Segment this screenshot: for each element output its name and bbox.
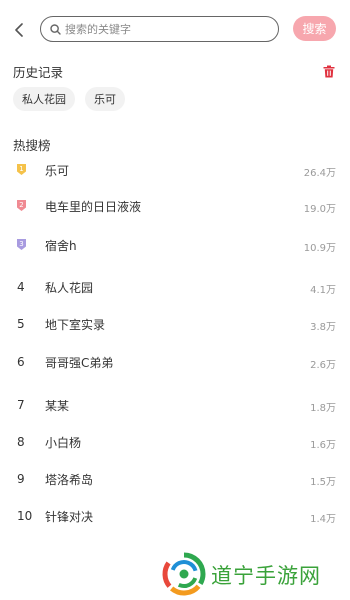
watermark-text: 道宁手游网 bbox=[211, 564, 321, 588]
rank-number: 10 bbox=[17, 509, 33, 523]
hot-item-count: 10.9万 bbox=[303, 243, 336, 254]
hot-list-item[interactable]: 10 针锋对决 1.4万 bbox=[0, 503, 350, 531]
rank-number: 7 bbox=[17, 398, 25, 412]
svg-text:1: 1 bbox=[19, 165, 23, 173]
hot-search-list: 1 乐可 26.4万 2 电车里的日日液液 19.0万 3 宿舍h 10.9万 … bbox=[0, 0, 350, 600]
rank-2-badge-icon: 2 bbox=[17, 200, 26, 211]
search-page: 搜索 历史记录 私人花园 乐可 热搜榜 1 乐可 26.4万 2 bbox=[0, 0, 350, 600]
hot-list-item[interactable]: 3 宿舍h 10.9万 bbox=[0, 232, 350, 260]
swirl-logo-icon bbox=[162, 552, 206, 596]
hot-item-count: 26.4万 bbox=[303, 168, 336, 179]
hot-list-item[interactable]: 2 电车里的日日液液 19.0万 bbox=[0, 193, 350, 221]
svg-text:2: 2 bbox=[19, 201, 23, 209]
rank-3-badge-icon: 3 bbox=[17, 239, 26, 250]
hot-list-item[interactable]: 9 塔洛希岛 1.5万 bbox=[0, 466, 350, 494]
hot-item-count: 19.0万 bbox=[303, 204, 336, 215]
hot-item-label: 私人花园 bbox=[45, 281, 94, 295]
rank-number: 9 bbox=[17, 472, 25, 486]
site-watermark: 道宁手游网 bbox=[162, 552, 347, 598]
hot-item-label: 塔洛希岛 bbox=[45, 473, 94, 487]
hot-item-label: 乐可 bbox=[45, 164, 70, 178]
hot-item-count: 1.8万 bbox=[310, 403, 336, 414]
hot-list-item[interactable]: 5 地下室实录 3.8万 bbox=[0, 311, 350, 339]
hot-item-count: 3.8万 bbox=[310, 322, 336, 333]
rank-number: 8 bbox=[17, 435, 25, 449]
hot-item-count: 1.4万 bbox=[310, 514, 336, 525]
hot-item-label: 哥哥强C弟弟 bbox=[45, 356, 114, 370]
hot-item-label: 宿舍h bbox=[45, 239, 77, 253]
rank-number: 6 bbox=[17, 355, 25, 369]
hot-list-item[interactable]: 1 乐可 26.4万 bbox=[0, 157, 350, 185]
hot-list-item[interactable]: 7 某某 1.8万 bbox=[0, 392, 350, 420]
hot-item-count: 1.5万 bbox=[310, 477, 336, 488]
svg-text:3: 3 bbox=[19, 240, 23, 248]
hot-list-item[interactable]: 4 私人花园 4.1万 bbox=[0, 274, 350, 302]
hot-item-count: 2.6万 bbox=[310, 360, 336, 371]
hot-item-label: 针锋对决 bbox=[45, 510, 94, 524]
hot-item-label: 电车里的日日液液 bbox=[45, 200, 142, 214]
rank-number: 5 bbox=[17, 317, 25, 331]
hot-item-count: 4.1万 bbox=[310, 285, 336, 296]
hot-item-label: 地下室实录 bbox=[45, 318, 106, 332]
rank-1-badge-icon: 1 bbox=[17, 164, 26, 175]
hot-item-count: 1.6万 bbox=[310, 440, 336, 451]
hot-item-label: 某某 bbox=[45, 399, 70, 413]
hot-list-item[interactable]: 8 小白杨 1.6万 bbox=[0, 429, 350, 457]
hot-item-label: 小白杨 bbox=[45, 436, 82, 450]
hot-list-item[interactable]: 6 哥哥强C弟弟 2.6万 bbox=[0, 349, 350, 377]
rank-number: 4 bbox=[17, 280, 25, 294]
